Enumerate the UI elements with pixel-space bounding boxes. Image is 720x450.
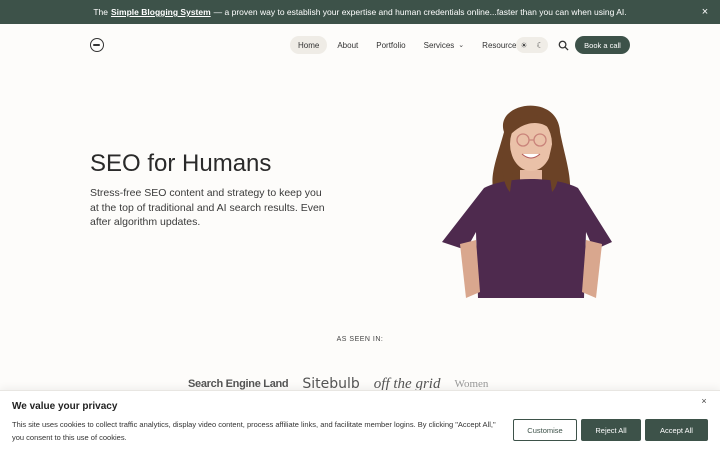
nav-item-home[interactable]: Home [290, 36, 328, 54]
chevron-down-icon: ⌄ [458, 42, 465, 49]
nav-item-portfolio[interactable]: Portfolio [368, 36, 413, 54]
reject-all-button[interactable]: Reject All [581, 419, 641, 441]
hero-portrait [442, 105, 612, 298]
announcement-close-icon[interactable]: × [698, 5, 712, 19]
book-call-button[interactable]: Book a call [575, 36, 630, 54]
site-logo[interactable] [90, 38, 104, 52]
search-button[interactable] [555, 37, 571, 53]
nav-label: About [337, 40, 359, 50]
logo-women: Women [454, 378, 489, 390]
cookie-banner: We value your privacy × This site uses c… [0, 390, 720, 450]
announcement-text: The Simple Blogging System — a proven wa… [93, 7, 626, 17]
as-seen-in-heading: AS SEEN IN: [336, 336, 384, 343]
announcement-bar: The Simple Blogging System — a proven wa… [0, 0, 720, 24]
nav-item-about[interactable]: About [329, 36, 366, 54]
search-icon [558, 40, 569, 51]
announcement-prefix: The [93, 7, 109, 17]
logo-search-engine-land: Search Engine Land [188, 378, 289, 390]
nav-label: Home [298, 40, 320, 50]
site-header: Home About Portfolio Services ⌄ Resources… [0, 24, 720, 66]
moon-icon: ☾ [536, 40, 544, 50]
hero-subtitle: Stress-free SEO content and strategy to … [90, 187, 325, 228]
theme-toggle[interactable]: ☀ ☾ [516, 37, 548, 53]
accept-all-button[interactable]: Accept All [645, 419, 708, 441]
cookie-text: This site uses cookies to collect traffi… [12, 420, 496, 442]
nav-label: Portfolio [376, 40, 406, 50]
nav-label: Services [423, 40, 455, 50]
hero-title: SEO for Humans [90, 150, 272, 177]
main-nav: Home About Portfolio Services ⌄ Resources… [290, 36, 538, 54]
customise-button[interactable]: Customise [513, 419, 577, 441]
nav-item-services[interactable]: Services ⌄ [416, 36, 473, 54]
nav-label: Resources [482, 40, 521, 50]
cookie-close-icon[interactable]: × [698, 395, 710, 407]
sun-icon: ☀ [520, 40, 528, 50]
announcement-link[interactable]: Simple Blogging System [111, 7, 211, 17]
announcement-suffix: — a proven way to establish your experti… [213, 7, 627, 17]
cookie-title: We value your privacy [12, 401, 118, 412]
